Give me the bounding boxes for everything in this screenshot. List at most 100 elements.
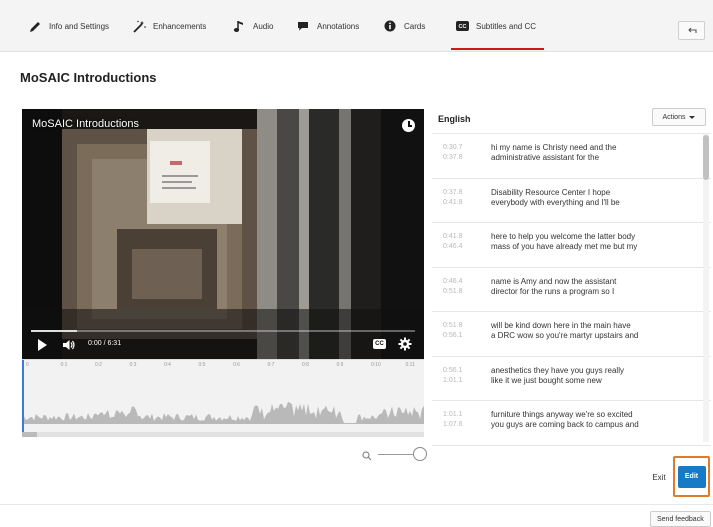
timeline-ruler: 0 0:1 0:2 0:3 0:4 0:5 0:6 0:7 0:8 0:9 0:10 0:11 [22, 360, 424, 374]
timeline-playhead[interactable] [22, 360, 24, 432]
caption-text: furniture things anyway we're so excited… [491, 410, 701, 430]
back-arrow-icon [687, 22, 697, 40]
caption-text: hi my name is Christy need and the admini… [491, 143, 701, 163]
caption-row[interactable]: 0:30.7 0:37.8 hi my name is Christy need a… [432, 134, 711, 179]
ruler-label: 0:8 [302, 362, 309, 368]
caption-text: here to help you welcome the latter body… [491, 232, 701, 252]
video-title: MoSAIC Introductions [32, 118, 139, 130]
caption-line: a DRC wow so you're martyr upstairs and [491, 331, 639, 340]
caption-line: furniture things anyway we're so excited [491, 410, 633, 419]
caption-end-time: 0:46.4 [443, 243, 463, 250]
ruler-label: 0:3 [129, 362, 137, 368]
actions-dropdown[interactable]: Actions [652, 108, 706, 126]
send-feedback-button[interactable]: Send feedback [650, 511, 711, 527]
back-button[interactable] [678, 21, 705, 40]
edit-button[interactable]: Edit [677, 465, 706, 488]
ruler-label: 0:5 [198, 362, 206, 368]
caption-text: name is Amy and now the assistant directo… [491, 277, 701, 297]
volume-icon[interactable] [62, 338, 76, 356]
speech-bubble-icon [296, 19, 310, 33]
chevron-down-icon [689, 115, 696, 119]
clock-icon[interactable] [402, 119, 415, 132]
video-time: 0:00 / 6:31 [88, 340, 122, 347]
caption-end-time: 0:41.8 [443, 198, 463, 206]
audio-timeline[interactable]: 0 0:1 0:2 0:3 0:4 0:5 0:6 0:7 0:8 0:9 0:10 0:11 [22, 359, 424, 437]
caption-text: will be kind down here in the main have a… [491, 321, 701, 341]
cc-button[interactable]: CC [373, 339, 386, 349]
caption-times: 0:46.4 0:51.8 [443, 277, 462, 297]
tab-info-and-settings[interactable]: Info and Settings [28, 0, 109, 52]
video-progress-fill [31, 330, 78, 332]
caption-start-time: 0:56.1 [443, 366, 463, 374]
tab-label: Subtitles and CC [476, 21, 537, 31]
caption-row[interactable]: 0:37.8 0:41.8 Disability Resource Center I… [432, 179, 711, 223]
video-progress-bar[interactable] [31, 330, 415, 332]
waveform-shape [22, 401, 424, 424]
audio-waveform [22, 401, 424, 424]
caption-start-time: 0:46.4 [443, 277, 463, 285]
caption-times: 1:01.1 1:07.6 [443, 410, 462, 430]
tab-annotations[interactable]: Annotations [296, 0, 359, 52]
exit-button[interactable]: Exit [645, 466, 673, 488]
info-circle-icon [383, 19, 397, 33]
ruler-label: 0:6 [233, 362, 240, 368]
caption-text: Disability Resource Center I hope everybo… [491, 188, 701, 208]
caption-line: name is Amy and now the assistant [491, 276, 617, 286]
caption-scrollbar[interactable] [703, 134, 709, 442]
caption-start-time: 0:51.8 [443, 322, 463, 329]
caption-line: you guys are coming back to campus and [491, 420, 639, 429]
tab-label: Enhancements [153, 21, 207, 31]
caption-end-time: 0:37.8 [443, 154, 463, 161]
caption-row[interactable]: 0:51.8 0:56.1 will be kind down here in th… [432, 312, 711, 357]
caption-line: hi my name is Christy need and the [491, 143, 617, 152]
caption-line: administrative assistant for the [491, 153, 600, 162]
caption-times: 0:51.8 0:56.1 [443, 321, 462, 341]
caption-row[interactable]: 0:46.4 0:51.8 name is Amy and now the assi… [432, 268, 711, 312]
caption-scrollbar-thumb[interactable] [703, 135, 709, 180]
caption-end-time: 1:07.6 [443, 421, 463, 428]
timeline-scrollbar-thumb[interactable] [22, 432, 37, 437]
cc-icon: CC [455, 19, 469, 33]
zoom-slider-handle[interactable] [413, 447, 427, 461]
caption-line: mass of you have already met me but my [491, 242, 638, 251]
tab-enhancements[interactable]: Enhancements [132, 0, 206, 52]
actions-label: Actions [662, 113, 686, 121]
tab-label: Cards [404, 21, 426, 31]
caption-start-time: 0:30.7 [443, 144, 463, 151]
tab-subtitles-and-cc[interactable]: CC Subtitles and CC [450, 0, 545, 52]
caption-line: anesthetics they have you guys really [491, 365, 624, 375]
tab-audio[interactable]: Audio [232, 0, 273, 52]
play-button[interactable] [38, 339, 47, 351]
caption-row[interactable]: 1:01.1 1:07.6 furniture things anyway we'r… [432, 401, 711, 446]
caption-line: like it we just bought some new [491, 375, 602, 385]
ruler-label: 0:1 [60, 362, 68, 368]
caption-start-time: 1:01.1 [443, 411, 463, 418]
svg-text:CC: CC [458, 24, 466, 30]
ruler-label: 0:2 [95, 362, 102, 368]
magic-wand-icon [132, 19, 146, 33]
ruler-label: 0:9 [336, 362, 344, 368]
gear-icon[interactable] [398, 337, 412, 356]
zoom-icon [362, 448, 372, 466]
tab-bar: Info and Settings Enhancements Audio Ann… [0, 0, 713, 52]
caption-row[interactable]: 0:56.1 1:01.1 anesthetics they have you gu… [432, 357, 711, 401]
ruler-label: 0:4 [164, 362, 171, 368]
caption-line: everybody with everything and I'll be [491, 197, 620, 207]
tab-cards[interactable]: Cards [383, 0, 425, 52]
caption-row[interactable]: 0:41.8 0:46.4 here to help you welcome the… [432, 223, 711, 268]
ruler-label: 0 [26, 362, 29, 368]
zoom-slider-track[interactable] [378, 454, 418, 455]
edit-highlight: Edit [673, 456, 710, 497]
caption-line: here to help you welcome the latter body [491, 232, 636, 241]
timeline-scrollbar[interactable] [22, 432, 424, 437]
tab-label: Info and Settings [49, 21, 110, 31]
caption-list: 0:30.7 0:37.8 hi my name is Christy need a… [432, 133, 711, 446]
caption-times: 0:30.7 0:37.8 [443, 143, 462, 163]
video-player[interactable]: MoSAIC Introductions 0:00 / 6:31 CC [22, 109, 424, 359]
tab-label: Audio [253, 21, 274, 31]
caption-times: 0:37.8 0:41.8 [443, 188, 462, 208]
caption-language: English [438, 114, 471, 124]
caption-line: will be kind down here in the main have [491, 321, 631, 330]
tab-label: Annotations [317, 21, 360, 31]
ruler-label: 0:7 [267, 362, 275, 368]
